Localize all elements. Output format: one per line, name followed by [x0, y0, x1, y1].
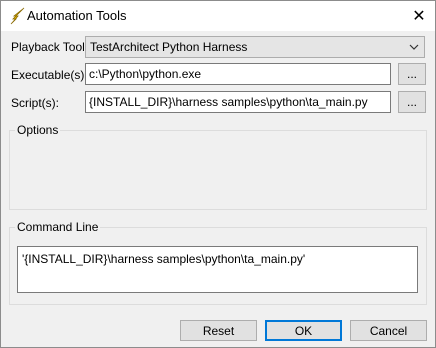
executable-input[interactable]: [86, 64, 390, 84]
playback-tool-value: TestArchitect Python Harness: [90, 40, 248, 54]
close-button[interactable]: ✕: [403, 1, 435, 31]
command-line-group-title: Command Line: [15, 220, 101, 234]
script-field[interactable]: [85, 91, 391, 113]
lightning-icon: [10, 7, 25, 25]
executable-field[interactable]: [85, 63, 391, 85]
playback-tool-label: Playback Tool:: [11, 40, 89, 54]
automation-tools-dialog: Automation Tools ✕ Playback Tool: TestAr…: [0, 0, 436, 348]
ok-button[interactable]: OK: [265, 320, 342, 341]
close-icon: ✕: [412, 8, 426, 25]
executable-browse-button[interactable]: ...: [398, 63, 426, 85]
command-line-value: '{INSTALL_DIR}\harness samples\python\ta…: [22, 252, 306, 266]
script-input[interactable]: [86, 92, 390, 112]
window-title: Automation Tools: [27, 8, 127, 23]
options-group-title: Options: [15, 123, 61, 137]
executable-label: Executable(s):: [11, 68, 88, 82]
script-browse-button[interactable]: ...: [398, 91, 426, 113]
title-bar: Automation Tools ✕: [1, 1, 435, 31]
script-label: Script(s):: [11, 96, 59, 110]
playback-tool-dropdown[interactable]: TestArchitect Python Harness: [85, 36, 425, 58]
cancel-button[interactable]: Cancel: [350, 320, 427, 341]
chevron-down-icon: [409, 44, 419, 50]
options-group: Options: [9, 123, 427, 210]
command-line-textarea[interactable]: '{INSTALL_DIR}\harness samples\python\ta…: [17, 246, 418, 293]
reset-button[interactable]: Reset: [180, 320, 257, 341]
